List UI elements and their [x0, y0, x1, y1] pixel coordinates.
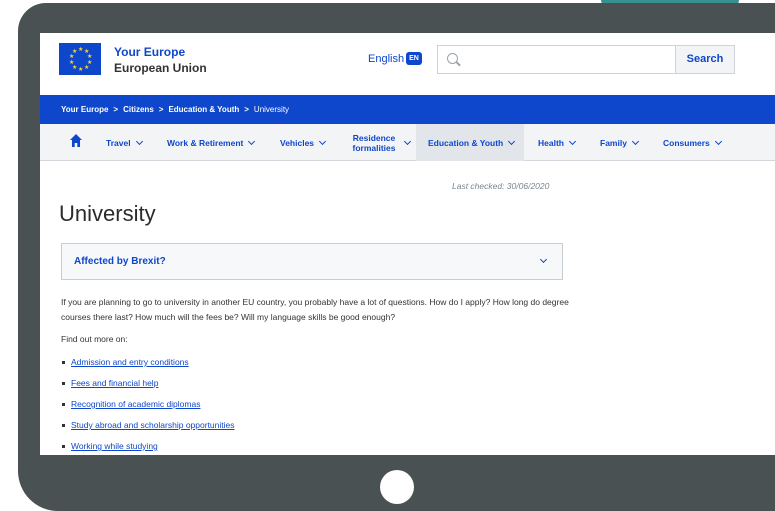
chevron-down-icon: [135, 137, 143, 145]
nav-item-label: Travel: [106, 137, 131, 148]
browser-screen: ★ ★ ★ ★ ★ ★ ★ ★ ★ ★ Your Europe European…: [40, 33, 775, 455]
list-item: Fees and financial help: [61, 378, 235, 399]
topic-links-list: Admission and entry conditions Fees and …: [61, 357, 235, 455]
eu-flag-icon[interactable]: ★ ★ ★ ★ ★ ★ ★ ★ ★ ★: [59, 43, 101, 75]
nav-item-work-retirement[interactable]: Work & Retirement: [167, 124, 256, 161]
nav-item-residence-formalities[interactable]: Residence formalities: [349, 124, 412, 161]
site-header: ★ ★ ★ ★ ★ ★ ★ ★ ★ ★ Your Europe European…: [40, 33, 775, 93]
nav-item-label: Work & Retirement: [167, 137, 244, 148]
home-icon[interactable]: [70, 134, 82, 148]
find-out-more-label: Find out more on:: [61, 334, 128, 344]
link-fees[interactable]: Fees and financial help: [71, 378, 158, 388]
link-recognition[interactable]: Recognition of academic diplomas: [71, 399, 200, 409]
chevron-down-icon: [539, 255, 548, 264]
brand-subtitle[interactable]: European Union: [114, 61, 207, 75]
chevron-down-icon: [318, 137, 327, 145]
accordion-label: Affected by Brexit?: [74, 256, 166, 267]
chevron-down-icon: [714, 137, 722, 145]
breadcrumb-item[interactable]: Your Europe: [61, 105, 108, 114]
list-item: Recognition of academic diplomas: [61, 399, 235, 420]
list-item: Working while studying: [61, 441, 235, 455]
chevron-down-icon: [631, 137, 639, 145]
brand-title[interactable]: Your Europe: [114, 45, 185, 59]
breadcrumb: Your Europe > Citizens > Education & Youth > U…: [40, 95, 775, 124]
page-title: University: [59, 201, 156, 226]
nav-item-label: Education & Youth: [428, 137, 504, 148]
tablet-home-button[interactable]: [380, 470, 414, 504]
intro-paragraph: If you are planning to go to university …: [61, 297, 569, 322]
nav-item-travel[interactable]: Travel: [106, 124, 143, 161]
chevron-down-icon: [403, 137, 412, 145]
chevron-down-icon: [568, 137, 577, 145]
nav-item-family[interactable]: Family: [600, 124, 639, 161]
brexit-accordion[interactable]: Affected by Brexit?: [61, 243, 563, 280]
nav-item-vehicles[interactable]: Vehicles: [280, 124, 327, 161]
nav-item-label: Residence formalities: [352, 132, 396, 153]
nav-item-health[interactable]: Health: [538, 124, 577, 161]
search-icon: [447, 53, 458, 64]
link-working[interactable]: Working while studying: [71, 441, 158, 451]
nav-item-consumers[interactable]: Consumers: [663, 124, 722, 161]
search-input[interactable]: [464, 50, 668, 70]
list-item: Admission and entry conditions: [61, 357, 235, 378]
main-nav: Travel Work & Retirement Vehicles Reside…: [40, 124, 775, 161]
search-button[interactable]: Search: [675, 46, 734, 73]
breadcrumb-separator: >: [158, 105, 164, 114]
language-icon[interactable]: EN: [406, 52, 422, 65]
language-selector[interactable]: English: [368, 53, 404, 65]
breadcrumb-separator: >: [244, 105, 249, 114]
nav-item-label: Family: [600, 137, 627, 148]
link-admission[interactable]: Admission and entry conditions: [71, 357, 189, 367]
breadcrumb-separator: >: [113, 105, 119, 114]
nav-item-label: Vehicles: [280, 137, 315, 148]
search-box: Search: [437, 45, 735, 74]
nav-item-education-youth[interactable]: Education & Youth: [416, 124, 524, 161]
nav-item-label: Consumers: [663, 137, 710, 148]
link-study-abroad[interactable]: Study abroad and scholarship opportuniti…: [71, 420, 235, 430]
list-item: Study abroad and scholarship opportuniti…: [61, 420, 235, 441]
breadcrumb-item[interactable]: Citizens: [123, 105, 154, 114]
last-checked-date: Last checked: 30/06/2020: [452, 181, 550, 191]
nav-item-label: Health: [538, 137, 564, 148]
breadcrumb-item[interactable]: Education & Youth: [168, 105, 239, 114]
breadcrumb-current: University: [253, 105, 290, 114]
chevron-down-icon: [508, 137, 516, 145]
chevron-down-icon: [248, 137, 256, 145]
